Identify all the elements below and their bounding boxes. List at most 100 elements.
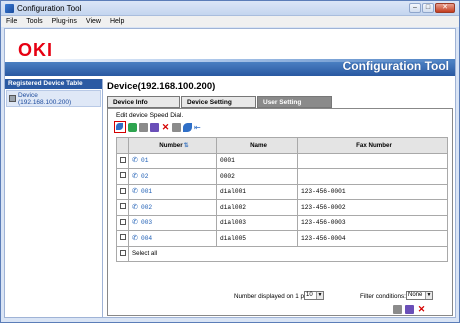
speed-dial-table: Number⇅ Name Fax Number ✆ 01 0001 ✆ 02 0… (116, 137, 448, 262)
tab-user-setting[interactable]: User Setting (257, 96, 332, 108)
row-number[interactable]: 003 (141, 219, 152, 226)
row-fax: 123-456-0001 (297, 183, 448, 200)
delete-icon[interactable]: ✕ (417, 305, 426, 314)
select-all-row: Select all (116, 245, 448, 262)
phone-icon: ✆ (132, 188, 138, 196)
delete-icon[interactable]: ✕ (161, 122, 170, 132)
phone-icon: ✆ (132, 234, 138, 242)
app-title: Configuration Tool (342, 59, 449, 73)
row-number[interactable]: 001 (141, 188, 152, 195)
filter-label: Filter conditions: (360, 293, 406, 300)
app-header: OKI Configuration Tool (5, 29, 455, 76)
header-name: Name (216, 137, 298, 154)
row-checkbox[interactable] (120, 172, 126, 179)
app-icon (5, 4, 14, 13)
sort-icon[interactable]: ⇅ (184, 143, 189, 149)
header-number[interactable]: Number⇅ (128, 137, 217, 154)
filter-select[interactable]: None ▼ (406, 291, 433, 300)
row-fax: 123-456-0003 (297, 214, 448, 231)
row-checkbox[interactable] (120, 234, 126, 241)
window-title: Configuration Tool (17, 4, 82, 13)
export-icon[interactable] (150, 122, 159, 132)
menu-plugins[interactable]: Plug-ins (52, 16, 77, 27)
table-row[interactable]: ✆ 003 dial003 123-456-0003 (116, 214, 448, 231)
row-name: dial001 (216, 183, 298, 200)
row-checkbox[interactable] (120, 156, 126, 163)
sidebar: Registered Device Table Device (192.168.… (5, 79, 103, 317)
tab-device-setting[interactable]: Device Setting (181, 96, 256, 108)
back-icon[interactable]: ⇤ (194, 123, 203, 132)
row-number[interactable]: 01 (141, 157, 148, 164)
close-button[interactable]: ✕ (435, 3, 455, 13)
app-window: Configuration Tool – □ ✕ File Tools Plug… (0, 0, 460, 323)
row-name: dial003 (216, 214, 298, 231)
table-footer: Number displayed on 1 page: 10 ▼ Filter … (108, 291, 454, 303)
settings-icon[interactable] (405, 305, 414, 314)
header-checkbox-col (116, 137, 129, 154)
main-panel: Device(192.168.100.200) Device Info Devi… (105, 79, 455, 317)
phone-icon: ✆ (132, 157, 138, 165)
menu-file[interactable]: File (6, 16, 17, 27)
edit-speed-dial-icon[interactable] (114, 121, 126, 133)
table-row[interactable]: ✆ 01 0001 (116, 152, 448, 169)
printer-icon (9, 95, 16, 102)
window-controls: – □ ✕ (409, 3, 455, 13)
menu-bar: File Tools Plug-ins View Help (1, 16, 459, 27)
menu-view[interactable]: View (86, 16, 101, 27)
chevron-down-icon: ▼ (316, 292, 323, 299)
row-fax (297, 152, 448, 169)
oki-logo: OKI (18, 40, 54, 60)
table-row[interactable]: ✆ 004 dial005 123-456-0004 (116, 230, 448, 247)
header-fax-number: Fax Number (297, 137, 448, 154)
row-name: dial005 (216, 230, 298, 247)
phone-icon: ✆ (132, 172, 138, 180)
import-icon[interactable] (139, 122, 148, 132)
tab-bar: Device Info Device Setting User Setting (107, 96, 332, 108)
select-all-label: Select all (128, 245, 448, 262)
title-bar: Configuration Tool – □ ✕ (1, 1, 459, 16)
row-name: dial002 (216, 199, 298, 216)
menu-help[interactable]: Help (110, 16, 124, 27)
row-fax (297, 168, 448, 185)
device-title: Device(192.168.100.200) (107, 81, 216, 92)
phone-icon: ✆ (132, 203, 138, 211)
row-fax: 123-456-0004 (297, 230, 448, 247)
table-header-row: Number⇅ Name Fax Number (116, 137, 448, 154)
section-label: Edit device Speed Dial. (116, 112, 184, 119)
row-checkbox[interactable] (120, 218, 126, 225)
sidebar-device-name: Device (18, 92, 38, 99)
menu-tools[interactable]: Tools (26, 16, 42, 27)
row-number[interactable]: 002 (141, 204, 152, 211)
speed-dial-panel: Edit device Speed Dial. ✕ ⇤ Number⇅ Name… (107, 108, 453, 316)
bottom-actions: ✕ (393, 305, 426, 314)
print-icon[interactable] (183, 122, 192, 132)
row-name: 0002 (216, 168, 298, 185)
header-number-label: Number (159, 141, 183, 149)
row-number[interactable]: 02 (141, 173, 148, 180)
copy-icon[interactable] (172, 122, 181, 132)
phone-icon: ✆ (132, 219, 138, 227)
toolbar: ✕ ⇤ (114, 121, 203, 133)
table-row[interactable]: ✆ 002 dial002 123-456-0002 (116, 199, 448, 216)
chevron-down-icon: ▼ (425, 292, 432, 299)
per-page-select[interactable]: 10 ▼ (304, 291, 324, 300)
per-page-value: 10 (306, 292, 313, 298)
tab-device-info[interactable]: Device Info (107, 96, 180, 108)
row-number[interactable]: 004 (141, 235, 152, 242)
sidebar-heading: Registered Device Table (5, 79, 102, 89)
table-row[interactable]: ✆ 02 0002 (116, 168, 448, 185)
save-icon[interactable] (393, 305, 402, 314)
minimize-button[interactable]: – (409, 3, 421, 13)
select-all-checkbox[interactable] (120, 249, 126, 256)
table-row[interactable]: ✆ 001 dial001 123-456-0001 (116, 183, 448, 200)
add-icon[interactable] (128, 122, 137, 132)
row-name: 0001 (216, 152, 298, 169)
row-checkbox[interactable] (120, 203, 126, 210)
maximize-button[interactable]: □ (422, 3, 434, 13)
sidebar-device-ip: (192.168.100.200) (18, 99, 72, 106)
client-area: OKI Configuration Tool Registered Device… (4, 28, 456, 318)
sidebar-device-item[interactable]: Device (192.168.100.200) (6, 90, 101, 107)
row-checkbox[interactable] (120, 187, 126, 194)
row-fax: 123-456-0002 (297, 199, 448, 216)
filter-value: None (408, 292, 423, 298)
